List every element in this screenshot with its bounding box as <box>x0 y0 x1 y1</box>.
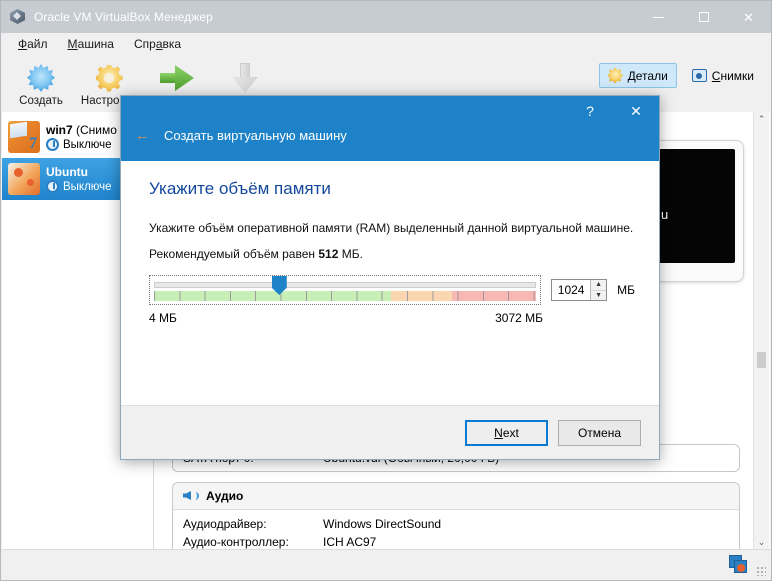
toolbar-start-button[interactable] <box>143 59 211 95</box>
vm-state-label: Выключе <box>63 181 112 193</box>
menu-machine[interactable]: Машина <box>59 34 123 54</box>
close-button[interactable]: ✕ <box>726 1 771 33</box>
vm-preview-thumbnail[interactable]: u <box>646 140 744 282</box>
audio-controller-key: Аудио-контроллер: <box>183 535 323 549</box>
window-controls: ✕ <box>636 1 771 33</box>
resize-grip[interactable] <box>756 566 766 576</box>
dialog-recommendation: Рекомендуемый объём равен 512 МБ. <box>149 247 635 261</box>
page-title: Укажите объём памяти <box>149 179 635 199</box>
scroll-up-icon[interactable]: ⌃ <box>754 112 769 127</box>
statusbar <box>2 549 770 579</box>
camera-icon <box>692 69 707 82</box>
settings-gear-icon <box>96 61 123 95</box>
tab-details[interactable]: Детали <box>599 63 677 88</box>
menu-file-rest: айл <box>27 37 47 51</box>
tab-details-label: Детали <box>628 69 668 83</box>
audio-driver-key: Аудиодрайвер: <box>183 517 323 531</box>
vm-state: Выключе <box>46 180 112 193</box>
details-scrollbar[interactable]: ⌃ ⌄ <box>753 112 769 550</box>
preview-screen-text: u <box>661 207 668 222</box>
dialog-help-button[interactable]: ? <box>567 96 613 126</box>
menu-help[interactable]: Справка <box>125 34 190 54</box>
scroll-down-icon[interactable]: ⌄ <box>754 535 769 550</box>
dialog-header: ← Создать виртуальную машину <box>135 128 347 143</box>
menu-machine-rest: ашина <box>78 37 114 51</box>
memory-spinbox[interactable]: 1024 ▲ ▼ <box>551 279 607 301</box>
ubuntu-vm-icon <box>8 163 40 195</box>
slider-track <box>154 282 536 288</box>
virtualbox-cube-icon <box>9 8 27 26</box>
slider-max-label: 3072 МБ <box>495 311 543 325</box>
table-row: Аудио-контроллер: ICH AC97 <box>173 533 739 550</box>
audio-controller-value: ICH AC97 <box>323 535 376 549</box>
next-button[interactable]: Next <box>465 420 548 446</box>
power-off-icon <box>46 180 59 193</box>
vm-state-label: Выключе <box>63 139 112 151</box>
dialog-footer: Next Отмена <box>121 405 659 459</box>
vm-item-text: Ubuntu Выключе <box>46 165 112 193</box>
scrollbar-thumb[interactable] <box>757 352 766 368</box>
dialog-window-controls: ? ✕ <box>567 96 659 126</box>
start-green-arrow-icon <box>160 61 194 95</box>
minimize-button[interactable] <box>636 1 681 33</box>
toolbar-new-label: Создать <box>19 95 63 107</box>
details-group-audio: Аудио Аудиодрайвер: Windows DirectSound … <box>172 482 740 550</box>
menu-file[interactable]: Файл <box>9 34 57 54</box>
audio-speaker-icon <box>183 489 199 503</box>
window-titlebar: Oracle VM VirtualBox Менеджер ✕ <box>1 1 771 33</box>
slider-min-label: 4 МБ <box>149 311 177 325</box>
next-button-rest: ext <box>503 426 519 440</box>
toolbar-discard-button <box>211 59 279 95</box>
maximize-button[interactable] <box>681 1 726 33</box>
slider-tickmarks <box>154 291 536 301</box>
wizard-title: Создать виртуальную машину <box>164 128 347 143</box>
power-off-icon <box>46 138 59 151</box>
window-title: Oracle VM VirtualBox Менеджер <box>34 10 213 24</box>
dialog-description: Укажите объём оперативной памяти (RAM) в… <box>149 221 635 235</box>
memory-slider[interactable] <box>149 275 541 305</box>
vm-name: Ubuntu <box>46 165 88 179</box>
memory-unit-label: МБ <box>617 283 635 297</box>
discard-down-arrow-icon <box>232 61 258 95</box>
spin-up-icon[interactable]: ▲ <box>591 280 606 291</box>
spinbox-buttons: ▲ ▼ <box>590 280 606 300</box>
audio-driver-value: Windows DirectSound <box>323 517 441 531</box>
vm-item-text: win7 (Снимо Выключе <box>46 123 117 151</box>
audio-group-header: Аудио <box>173 483 739 510</box>
vm-state: Выключе <box>46 138 117 151</box>
toolbar-view-tabs: Детали Снимки <box>599 63 763 88</box>
recommendation-suffix: МБ. <box>338 247 363 261</box>
audio-group-title: Аудио <box>206 489 243 503</box>
vm-name: win7 (Снимо <box>46 123 117 137</box>
tab-snapshots-label: Снимки <box>712 69 754 83</box>
create-vm-wizard-dialog: ? ✕ ← Создать виртуальную машину Укажите… <box>120 95 660 460</box>
tab-snapshots[interactable]: Снимки <box>683 64 763 88</box>
cancel-button[interactable]: Отмена <box>558 420 641 446</box>
gear-icon <box>608 68 623 83</box>
preview-screen: u <box>655 149 735 263</box>
memory-slider-row: 1024 ▲ ▼ МБ <box>149 275 635 305</box>
new-star-icon <box>27 61 55 95</box>
back-arrow-icon[interactable]: ← <box>135 128 150 143</box>
spin-down-icon[interactable]: ▼ <box>591 291 606 301</box>
slider-range-labels: 4 МБ 3072 МБ <box>149 311 635 325</box>
recommendation-value: 512 <box>318 247 338 261</box>
memory-value[interactable]: 1024 <box>552 283 590 297</box>
dialog-titlebar: ? ✕ ← Создать виртуальную машину <box>121 96 659 161</box>
menubar: Файл Машина Справка <box>1 33 771 55</box>
vm-name-text: win7 <box>46 123 73 137</box>
dialog-close-button[interactable]: ✕ <box>613 96 659 126</box>
toolbar-new-button[interactable]: Создать <box>7 59 75 107</box>
recommendation-prefix: Рекомендуемый объём равен <box>149 247 318 261</box>
vm-snapshot-suffix: (Снимо <box>76 123 117 137</box>
windows7-vm-icon <box>8 121 40 153</box>
table-row: Аудиодрайвер: Windows DirectSound <box>173 510 739 533</box>
dialog-body: Укажите объём памяти Укажите объём опера… <box>121 161 659 405</box>
network-adapter-icon[interactable] <box>729 555 748 574</box>
